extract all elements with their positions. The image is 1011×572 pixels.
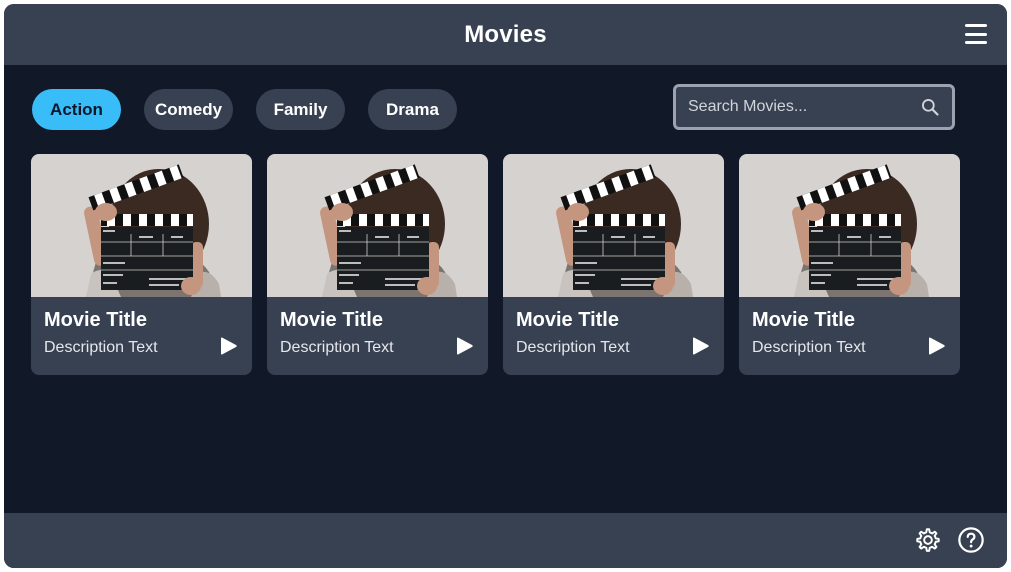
movie-card-body: Movie Title Description Text [44, 309, 238, 357]
page-title: Movies [464, 20, 547, 48]
play-icon[interactable] [454, 337, 474, 355]
footer-bar [4, 513, 1007, 568]
movie-thumbnail [31, 154, 252, 297]
search-box [673, 84, 955, 130]
search-icon[interactable] [920, 97, 940, 117]
movie-card[interactable]: Movie Title Description Text [739, 154, 960, 375]
movie-title: Movie Title [44, 309, 147, 331]
movies-app: Movies Action Comedy Family Drama Search… [4, 4, 1007, 568]
gear-icon[interactable] [914, 526, 942, 554]
hamburger-menu-icon[interactable] [965, 24, 987, 44]
movie-description: Description Text [516, 339, 630, 356]
movie-card-grid: Movie Title Description Text Movie Title… [31, 154, 960, 375]
movie-thumbnail [503, 154, 724, 297]
movie-title: Movie Title [280, 309, 383, 331]
movie-description: Description Text [752, 339, 866, 356]
category-filters: Action Comedy Family Drama [32, 89, 457, 130]
play-icon[interactable] [690, 337, 710, 355]
movie-card[interactable]: Movie Title Description Text [267, 154, 488, 375]
play-icon[interactable] [926, 337, 946, 355]
movie-title: Movie Title [516, 309, 619, 331]
filter-chip-comedy[interactable]: Comedy [144, 89, 233, 130]
movie-card[interactable]: Movie Title Description Text [503, 154, 724, 375]
movie-card[interactable]: Movie Title Description Text [31, 154, 252, 375]
movie-card-body: Movie Title Description Text [516, 309, 710, 357]
filter-chip-action[interactable]: Action [32, 89, 121, 130]
movie-card-body: Movie Title Description Text [280, 309, 474, 357]
movie-card-body: Movie Title Description Text [752, 309, 946, 357]
movie-thumbnail [267, 154, 488, 297]
movie-description: Description Text [280, 339, 394, 356]
header-bar: Movies [4, 4, 1007, 65]
search-input[interactable] [688, 98, 920, 116]
movie-thumbnail [739, 154, 960, 297]
filter-chip-drama[interactable]: Drama [368, 89, 457, 130]
play-icon[interactable] [218, 337, 238, 355]
filter-chip-family[interactable]: Family [256, 89, 345, 130]
help-circle-icon[interactable] [957, 526, 985, 554]
movie-title: Movie Title [752, 309, 855, 331]
movie-description: Description Text [44, 339, 158, 356]
